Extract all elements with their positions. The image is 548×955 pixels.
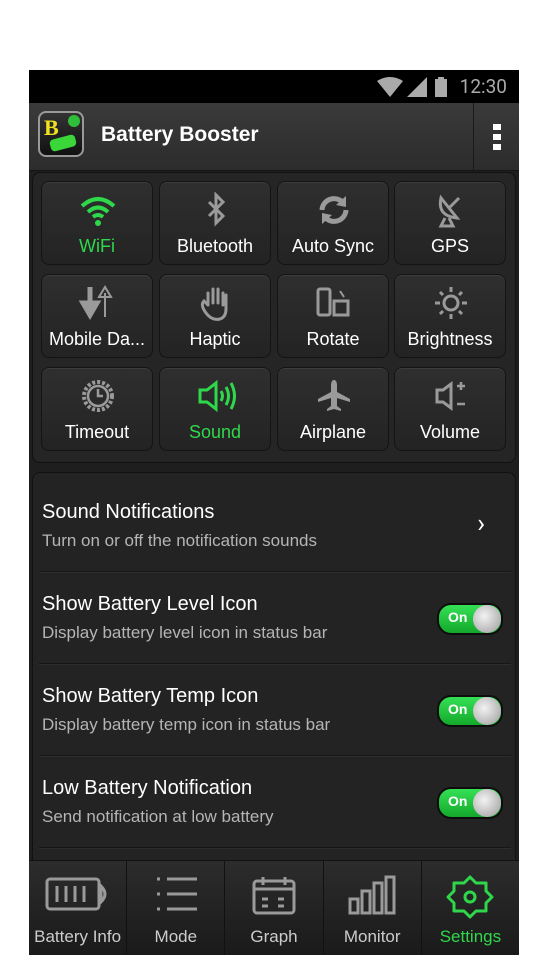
toggle-bluetooth[interactable]: Bluetooth — [159, 181, 271, 265]
nav-settings[interactable]: Settings — [422, 861, 519, 955]
calendar-icon — [252, 877, 296, 915]
setting-row[interactable]: Low Battery Notification Send notificatio… — [39, 757, 511, 848]
toggle-label: Volume — [419, 422, 481, 442]
toggle-label: Timeout — [64, 422, 130, 442]
toggle-label: Mobile Da... — [48, 329, 146, 349]
bar-chart-icon — [348, 875, 396, 915]
toggle-knob — [473, 605, 501, 633]
setting-title: Show Battery Temp Icon — [42, 685, 259, 707]
satellite-dish-icon — [438, 194, 461, 228]
app-logo: B — [38, 111, 84, 157]
toggle-timeout[interactable]: Timeout — [41, 367, 153, 451]
clock: 12:30 — [459, 75, 507, 98]
phone-screen: 12:30 B Battery Booster WiFi Bluetooth Aut… — [29, 70, 519, 955]
list-icon — [156, 877, 197, 911]
toggle-haptic[interactable]: Haptic — [159, 274, 271, 358]
setting-subtitle: Turn on or off the notification sounds — [42, 531, 318, 550]
toggle-switch[interactable]: On — [437, 787, 503, 819]
wifi-icon — [80, 197, 116, 226]
nav-label: Monitor — [343, 927, 401, 946]
speaker-icon — [198, 379, 236, 413]
nav-label: Graph — [250, 927, 298, 946]
toggle-label: Bluetooth — [176, 236, 254, 256]
toggle-switch[interactable]: On — [437, 603, 503, 635]
bluetooth-icon — [207, 192, 226, 227]
sun-icon — [435, 287, 467, 319]
setting-subtitle: Send notification at low battery — [42, 807, 274, 826]
nav-label: Settings — [439, 927, 502, 946]
toggle-label: Airplane — [299, 422, 367, 442]
toggle-airplane[interactable]: Airplane — [277, 367, 389, 451]
overflow-menu-button[interactable] — [473, 103, 519, 170]
setting-title: Sound Notifications — [42, 501, 215, 523]
nav-battery-info[interactable]: Battery Info — [29, 861, 128, 955]
toggle-label: Rotate — [306, 329, 360, 349]
toggle-brightness[interactable]: Brightness — [394, 274, 506, 358]
signal-icon — [407, 77, 427, 97]
overflow-menu-icon — [492, 123, 501, 150]
toggle-label: Auto Sync — [291, 236, 375, 256]
toggle-label: WiFi — [79, 236, 115, 256]
toggle-sound[interactable]: Sound — [159, 367, 271, 451]
toggle-label: Haptic — [189, 329, 241, 349]
nav-label: Battery Info — [34, 927, 122, 946]
toggle-state: On — [448, 609, 468, 625]
hand-icon — [200, 287, 228, 321]
toggle-wifi[interactable]: WiFi — [41, 181, 153, 265]
sync-icon — [319, 196, 349, 224]
gear-icon — [446, 875, 494, 919]
battery-icon — [435, 77, 447, 97]
toggle-volume[interactable]: Volume — [394, 367, 506, 451]
toggle-knob — [473, 697, 501, 725]
bottom-navigation: Battery Info Mode Graph Monitor Settings — [29, 860, 519, 955]
toggle-label: GPS — [430, 236, 469, 256]
toggle-state: On — [448, 701, 468, 717]
nav-monitor[interactable]: Monitor — [324, 861, 422, 955]
quick-toggles-panel: WiFi Bluetooth Auto Sync GPS Mobile Da... Hap… — [32, 172, 516, 463]
battery-icon — [45, 877, 107, 911]
setting-title: Show Battery Level Icon — [42, 593, 258, 615]
data-arrows-icon — [78, 285, 113, 320]
nav-mode[interactable]: Mode — [127, 861, 226, 955]
status-bar: 12:30 — [29, 70, 519, 103]
setting-subtitle: Display battery temp icon in status bar — [42, 715, 331, 734]
nav-graph[interactable]: Graph — [225, 861, 324, 955]
settings-list: Sound Notifications Turn on or off the no… — [32, 472, 516, 872]
toggle-rotate[interactable]: Rotate — [277, 274, 389, 358]
app-title: Battery Booster — [101, 123, 259, 146]
toggle-knob — [473, 789, 501, 817]
setting-row[interactable]: Show Battery Temp Icon Display battery te… — [39, 665, 511, 756]
toggle-state: On — [448, 793, 468, 809]
rotate-icon — [316, 287, 350, 317]
toggle-label: Sound — [188, 422, 242, 442]
setting-row[interactable]: Show Battery Level Icon Display battery l… — [39, 573, 511, 664]
svg-text:B: B — [44, 115, 59, 140]
toggle-label: Brightness — [407, 329, 493, 349]
toggle-auto-sync[interactable]: Auto Sync — [277, 181, 389, 265]
toggle-mobile-da[interactable]: Mobile Da... — [41, 274, 153, 358]
toggle-gps[interactable]: GPS — [394, 181, 506, 265]
chevron-right-icon: › — [477, 509, 485, 539]
nav-label: Mode — [154, 927, 198, 946]
wifi-icon — [377, 77, 403, 97]
setting-row[interactable]: Sound Notifications Turn on or off the no… — [39, 481, 511, 572]
toggle-switch[interactable]: On — [437, 695, 503, 727]
setting-subtitle: Display battery level icon in status bar — [42, 623, 328, 642]
app-bar: B Battery Booster — [29, 103, 519, 171]
setting-title: Low Battery Notification — [42, 777, 253, 799]
timer-icon — [82, 380, 114, 412]
airplane-icon — [318, 380, 350, 411]
volume-icon — [435, 381, 465, 411]
